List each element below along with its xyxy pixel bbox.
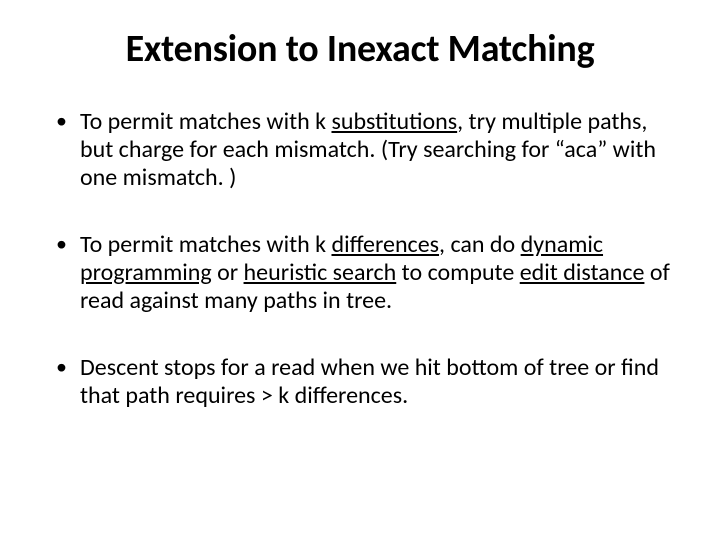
- text-run: Descent stops for a read when we hit bot…: [80, 353, 659, 410]
- slide: Extension to Inexact Matching To permit …: [0, 0, 720, 540]
- bullet-item: To permit matches with k substitutions, …: [50, 108, 670, 193]
- text-run: or: [212, 258, 244, 287]
- bullet-list: To permit matches with k substitutions , …: [50, 108, 670, 411]
- bullet-item: To permit matches with k differences, ca…: [50, 231, 670, 316]
- text-run: To permit matches with k: [80, 107, 331, 136]
- underlined-term: differences: [331, 230, 439, 259]
- bullet-item: Descent stops for a read when we hit bot…: [50, 354, 670, 411]
- underlined-term: heuristic search: [244, 258, 397, 287]
- underlined-term: substitutions: [331, 107, 457, 136]
- text-run: To permit matches with k: [80, 230, 331, 259]
- slide-title: Extension to Inexact Matching: [50, 28, 670, 72]
- underlined-term: edit distance: [520, 258, 645, 287]
- text-run: , can do: [439, 230, 521, 259]
- text-run: to compute: [396, 258, 519, 287]
